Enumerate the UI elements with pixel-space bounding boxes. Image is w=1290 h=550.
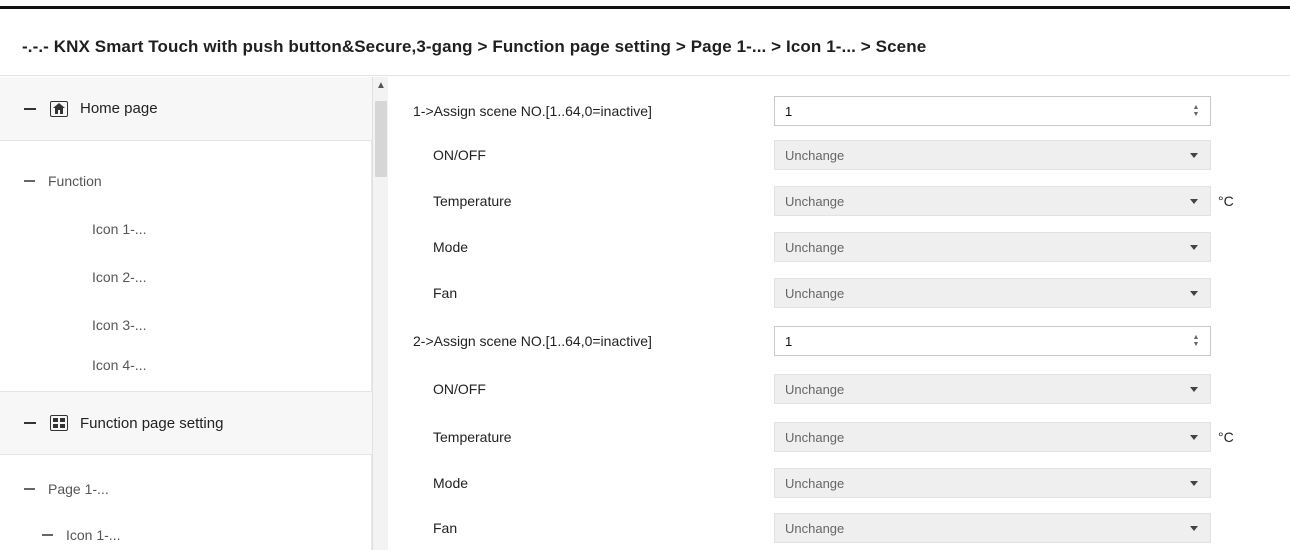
chevron-down-icon[interactable] [1190, 387, 1198, 392]
param-label: Mode [433, 475, 469, 491]
select-value: Unchange [785, 285, 845, 301]
select-value: Unchange [785, 520, 845, 536]
param-label: Fan [433, 520, 458, 536]
select-value: Unchange [785, 381, 845, 397]
sidebar-section-home[interactable]: Home page [0, 77, 372, 141]
param-row-onoff-2: ON/OFF Unchange [389, 367, 1290, 411]
home-icon [50, 100, 68, 117]
grid-icon [50, 415, 68, 431]
sidebar-item-icon-1[interactable]: Icon 1-... [0, 205, 372, 253]
temperature-select[interactable]: Unchange [774, 422, 1211, 452]
param-row-scene-1: 1->Assign scene NO.[1..64,0=inactive] 1 … [389, 89, 1290, 133]
param-row-mode-1: Mode Unchange [389, 225, 1290, 269]
breadcrumb-bar: -.-.- KNX Smart Touch with push button&S… [0, 18, 1290, 76]
select-value: Unchange [785, 475, 845, 491]
param-row-fan-2: Fan Unchange [389, 506, 1290, 550]
unit-label: °C [1218, 429, 1234, 445]
collapse-icon[interactable] [24, 180, 35, 182]
breadcrumb: -.-.- KNX Smart Touch with push button&S… [22, 36, 927, 56]
mode-select[interactable]: Unchange [774, 232, 1211, 262]
collapse-icon[interactable] [42, 534, 53, 536]
param-row-scene-2: 2->Assign scene NO.[1..64,0=inactive] 1 … [389, 319, 1290, 363]
select-value: Unchange [785, 239, 845, 255]
sidebar-item-page-1[interactable]: Page 1-... [0, 465, 372, 513]
chevron-down-icon[interactable] [1190, 245, 1198, 250]
chevron-down-icon[interactable] [1190, 526, 1198, 531]
sidebar-section-label: Home page [80, 100, 158, 117]
param-label: Mode [433, 239, 469, 255]
select-value: Unchange [785, 147, 845, 163]
param-row-mode-2: Mode Unchange [389, 461, 1290, 505]
param-row-fan-1: Fan Unchange [389, 271, 1290, 315]
input-value: 1 [785, 103, 793, 119]
sidebar-item-label: Icon 3-... [92, 317, 147, 333]
mode-select[interactable]: Unchange [774, 468, 1211, 498]
scene-number-input[interactable]: 1 ▲ ▼ [774, 96, 1211, 126]
sidebar-section-label: Function page setting [80, 414, 224, 432]
top-rule [0, 6, 1290, 9]
spinner-icon[interactable]: ▲ ▼ [1192, 104, 1200, 118]
chevron-down-icon[interactable] [1190, 199, 1198, 204]
param-row-temperature-2: Temperature Unchange °C [389, 415, 1290, 459]
select-value: Unchange [785, 429, 845, 445]
param-label: ON/OFF [433, 381, 486, 397]
sidebar-item-label: Function [48, 173, 102, 189]
collapse-icon[interactable] [24, 488, 35, 490]
param-label: ON/OFF [433, 147, 486, 163]
param-label: 1->Assign scene NO.[1..64,0=inactive] [413, 103, 652, 119]
chevron-down-icon[interactable] [1190, 153, 1198, 158]
collapse-icon[interactable] [24, 107, 36, 110]
sidebar-item-label: Icon 2-... [92, 269, 147, 285]
sidebar-item-label: Icon 1-... [66, 527, 121, 543]
sidebar-scrollbar[interactable]: ▲ [372, 77, 388, 550]
scrollbar-thumb[interactable] [375, 101, 387, 177]
onoff-select[interactable]: Unchange [774, 374, 1211, 404]
collapse-icon[interactable] [24, 422, 36, 424]
temperature-select[interactable]: Unchange [774, 186, 1211, 216]
select-value: Unchange [785, 193, 845, 209]
param-label: Temperature [433, 193, 512, 209]
onoff-select[interactable]: Unchange [774, 140, 1211, 170]
chevron-down-icon[interactable] [1190, 481, 1198, 486]
sidebar-tree: Home page Function Icon 1-... Icon 2-...… [0, 77, 372, 550]
sidebar-item-function[interactable]: Function [0, 157, 372, 205]
spinner-icon[interactable]: ▲ ▼ [1192, 334, 1200, 348]
sidebar-item-page-icon-1[interactable]: Icon 1-... [0, 511, 372, 550]
parameter-panel: 1->Assign scene NO.[1..64,0=inactive] 1 … [389, 77, 1290, 550]
scroll-up-icon[interactable]: ▲ [376, 81, 386, 91]
sidebar-item-icon-4[interactable]: Icon 4-... [0, 341, 372, 389]
param-label: Temperature [433, 429, 512, 445]
chevron-down-icon[interactable] [1190, 435, 1198, 440]
sidebar-item-label: Page 1-... [48, 481, 109, 497]
input-value: 1 [785, 333, 793, 349]
sidebar-item-label: Icon 4-... [92, 357, 147, 373]
fan-select[interactable]: Unchange [774, 513, 1211, 543]
unit-label: °C [1218, 193, 1234, 209]
sidebar-item-label: Icon 1-... [92, 221, 147, 237]
chevron-down-icon[interactable] [1190, 291, 1198, 296]
sidebar-item-icon-2[interactable]: Icon 2-... [0, 253, 372, 301]
scene-number-input[interactable]: 1 ▲ ▼ [774, 326, 1211, 356]
param-label: Fan [433, 285, 458, 301]
param-row-temperature-1: Temperature Unchange °C [389, 179, 1290, 223]
param-label: 2->Assign scene NO.[1..64,0=inactive] [413, 333, 652, 349]
fan-select[interactable]: Unchange [774, 278, 1211, 308]
param-row-onoff-1: ON/OFF Unchange [389, 133, 1290, 177]
sidebar-section-function-page-setting[interactable]: Function page setting [0, 391, 372, 455]
